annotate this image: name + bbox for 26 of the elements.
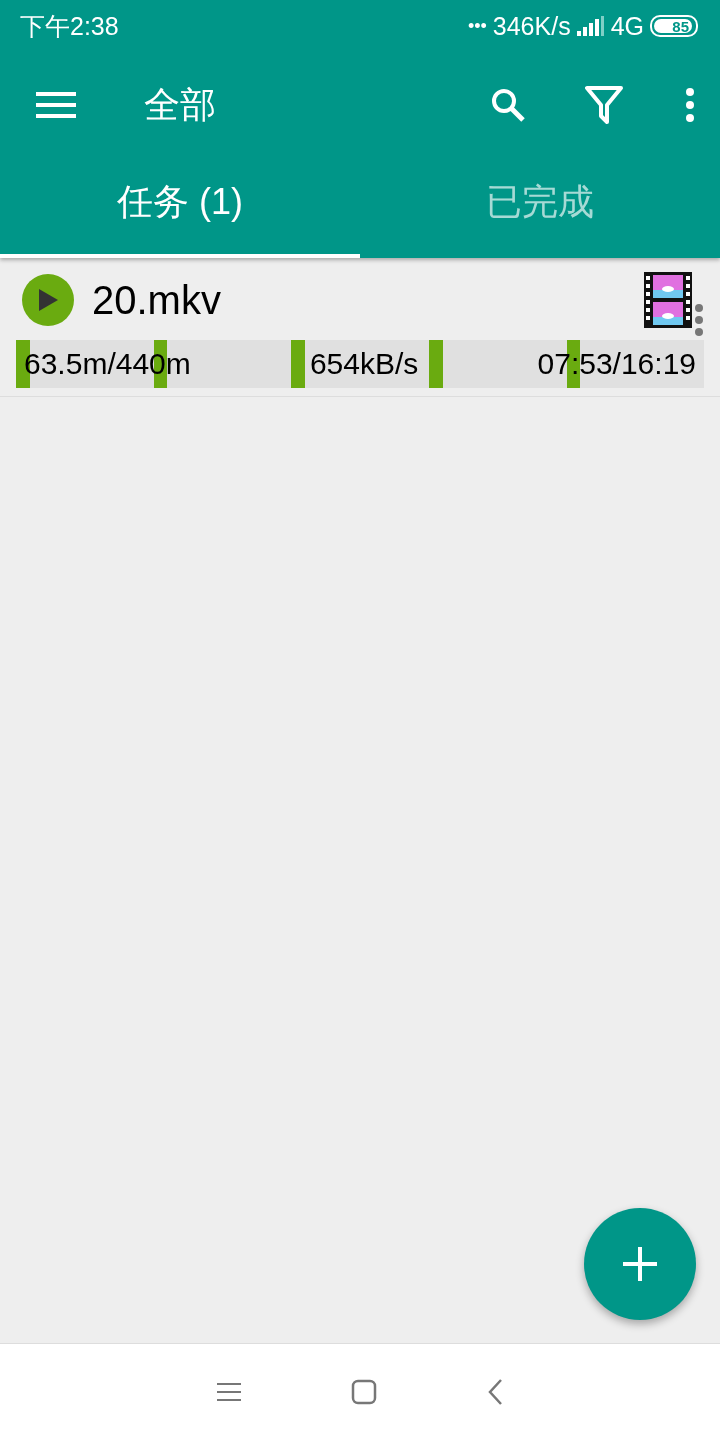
tab[interactable]: 任务 (1): [0, 158, 360, 258]
add-button[interactable]: [584, 1208, 696, 1320]
film-icon: [644, 272, 692, 328]
back-button[interactable]: [487, 1378, 503, 1406]
signal-icon: [576, 16, 605, 36]
file-name: 20.mkv: [92, 277, 222, 323]
search-icon: [490, 87, 526, 123]
more-icon: [685, 87, 695, 123]
filter-button[interactable]: [584, 85, 624, 125]
overflow-icon[interactable]: [694, 303, 704, 337]
play-icon: [37, 288, 59, 312]
play-button[interactable]: [22, 274, 74, 326]
menu-icon: [36, 90, 76, 120]
tab[interactable]: 已完成: [360, 158, 720, 258]
notification-dots: •••: [467, 15, 487, 37]
battery-level: 85: [672, 17, 689, 35]
plus-icon: [623, 1247, 657, 1281]
battery-icon: [650, 15, 700, 37]
menu-button[interactable]: [217, 1382, 241, 1402]
toolbar-title: 全部: [144, 82, 217, 127]
status-time: 下午2:38: [20, 10, 119, 42]
download-speed: 654kB/s: [309, 347, 419, 381]
network-type: 4G: [610, 11, 644, 41]
network-speed: 346K/s: [492, 11, 571, 41]
filter-icon: [585, 85, 623, 125]
home-button[interactable]: [351, 1379, 377, 1405]
